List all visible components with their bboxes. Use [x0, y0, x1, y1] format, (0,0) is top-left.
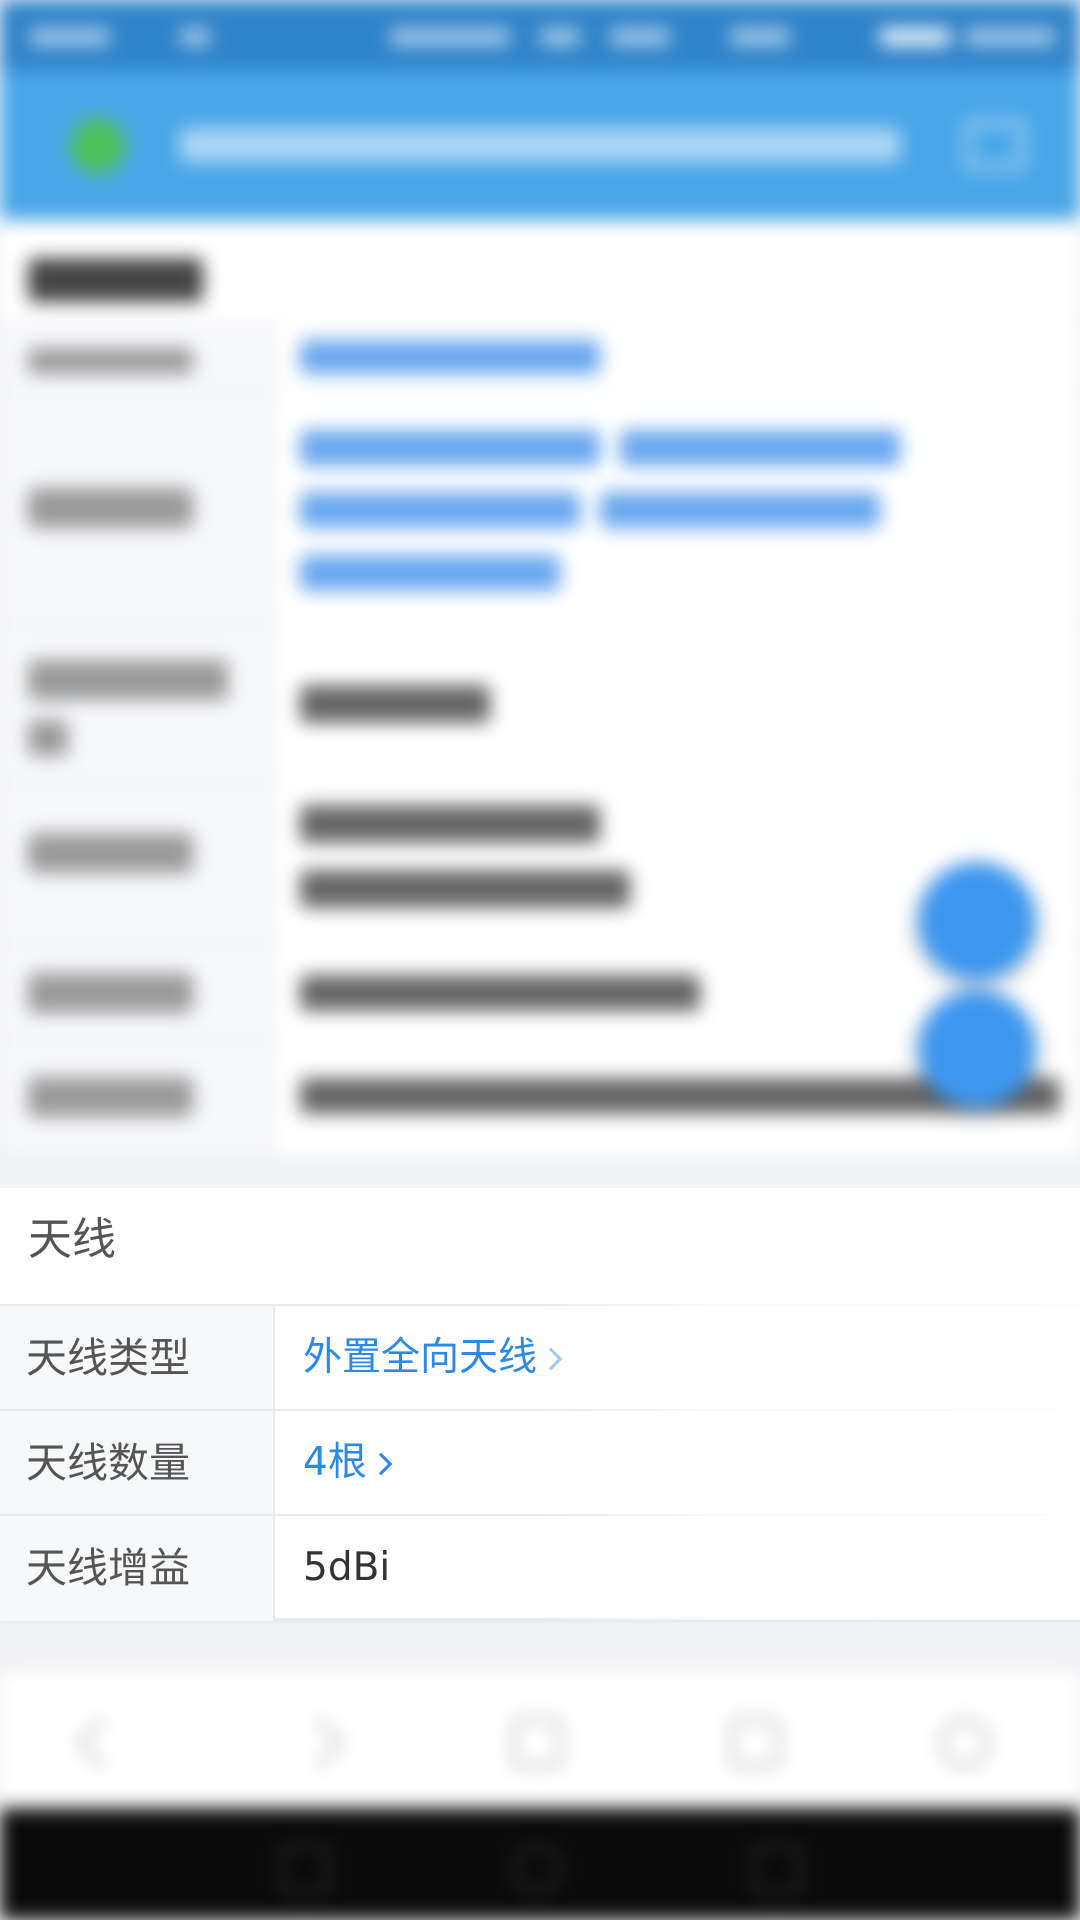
more-icon[interactable] [940, 1718, 990, 1768]
menu-icon[interactable] [965, 120, 1025, 170]
app-header [0, 70, 1080, 220]
header-title [180, 128, 900, 162]
home-icon[interactable] [512, 1718, 562, 1768]
section-title [28, 258, 203, 302]
label-cell: 天线类型 [0, 1306, 275, 1411]
browser-toolbar [0, 1668, 1080, 1808]
chevron-right-icon [369, 1452, 393, 1476]
antenna-type-label: 天线类型 [26, 1334, 190, 1382]
system-navigation-bar [0, 1808, 1080, 1920]
antenna-gain-value: 5dBi [303, 1545, 391, 1590]
nav-recent-icon[interactable] [752, 1844, 802, 1894]
status-bar [0, 0, 1080, 70]
fab-button-upper[interactable] [918, 862, 1036, 980]
specs-section [0, 220, 1080, 1155]
label-cell: 天线数量 [0, 1411, 275, 1516]
nav-back-icon[interactable] [280, 1844, 330, 1894]
blurred-background [0, 0, 1080, 1920]
fab-button-lower[interactable] [918, 990, 1036, 1108]
app-logo-icon [70, 118, 126, 174]
antenna-count-label: 天线数量 [26, 1439, 190, 1487]
antenna-gain-label: 天线增益 [26, 1544, 190, 1592]
label-cell: 天线增益 [0, 1516, 275, 1621]
antenna-type-value[interactable]: 外置全向天线 [303, 1335, 537, 1380]
tabs-icon[interactable] [730, 1718, 780, 1768]
antenna-count-link[interactable]: 4根 [303, 1440, 393, 1485]
chevron-right-icon [539, 1347, 563, 1371]
antenna-type-link[interactable]: 外置全向天线 [303, 1335, 563, 1380]
forward-icon[interactable] [292, 1717, 344, 1769]
antenna-count-row: 天线数量 4根 [0, 1409, 1080, 1516]
antenna-count-value[interactable]: 4根 [303, 1440, 367, 1485]
antenna-gain-row: 天线增益 5dBi [0, 1514, 1080, 1621]
antenna-card: 天线 天线类型 外置全向天线 天线数量 4根 天线增益 5dBi [0, 1188, 1080, 1621]
back-icon[interactable] [76, 1717, 128, 1769]
antenna-section-title: 天线 [28, 1214, 116, 1265]
antenna-type-row: 天线类型 外置全向天线 [0, 1304, 1080, 1411]
nav-home-icon[interactable] [512, 1844, 562, 1894]
